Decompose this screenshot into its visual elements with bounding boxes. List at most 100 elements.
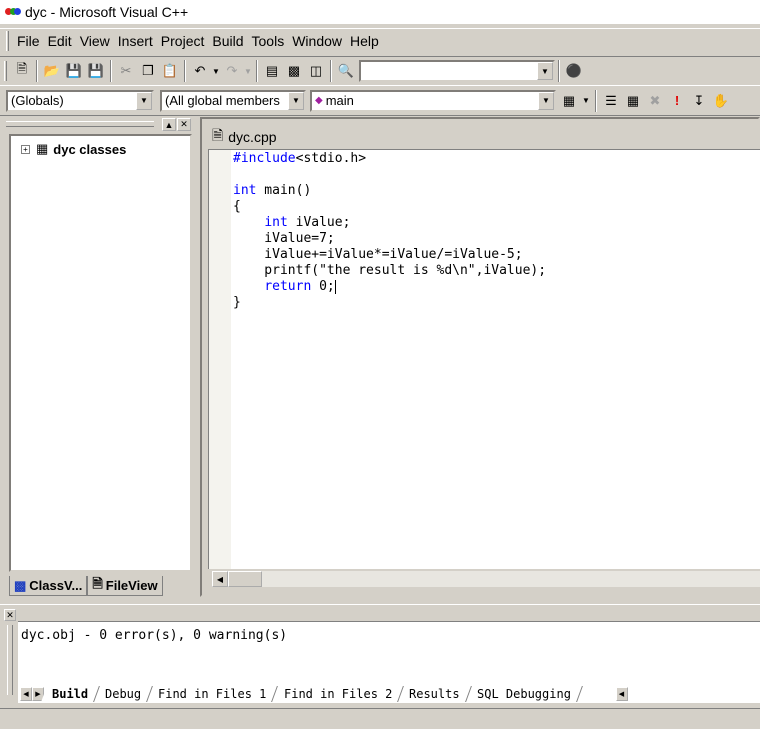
menu-insert[interactable]: Insert <box>114 30 157 52</box>
menu-help[interactable]: Help <box>346 30 383 52</box>
document-title: dyc.cpp <box>228 129 277 145</box>
find-binoculars-icon[interactable]: ⚫ <box>563 60 585 82</box>
chevron-down-icon[interactable]: ▼ <box>136 91 152 110</box>
wizard-action-dropdown-icon[interactable]: ▼ <box>580 90 592 112</box>
tab-find-in-files-1[interactable]: Find in Files 1 <box>147 686 279 702</box>
function-combo[interactable]: ◆ main ▼ <box>310 89 556 112</box>
execute-icon[interactable]: ! <box>666 90 688 112</box>
code-text: main() <box>256 183 312 198</box>
visual-cpp-app-icon <box>5 4 21 20</box>
workspace-pane: ▲ ✕ + ▦ dyc classes ▩ ClassV... 🗎 FileVi… <box>4 117 194 597</box>
redo-dropdown-icon[interactable]: ▼ <box>243 60 253 82</box>
code-line[interactable]: int iValue; <box>233 215 546 231</box>
code-line[interactable]: { <box>233 199 546 215</box>
members-combo-value: (All global members <box>165 93 280 108</box>
classes-icon: ▦ <box>36 141 49 156</box>
wizard-action-icon[interactable]: ▦ <box>558 90 580 112</box>
tab-first-icon[interactable]: ◀ <box>20 687 32 701</box>
chevron-down-icon[interactable]: ▼ <box>538 91 554 110</box>
function-combo-value: main <box>325 93 354 108</box>
code-keyword: int <box>233 183 257 198</box>
class-tree: + ▦ dyc classes <box>9 134 192 572</box>
redo-icon[interactable]: ↷ <box>221 60 243 82</box>
tab-find-in-files-2[interactable]: Find in Files 2 <box>272 686 404 702</box>
go-icon[interactable]: ↧ <box>688 90 710 112</box>
editor-gutter[interactable] <box>209 150 231 569</box>
breakpoint-hand-icon[interactable]: ✋ <box>710 90 732 112</box>
open-folder-icon[interactable]: 📂 <box>41 60 63 82</box>
tab-debug-label: Debug <box>105 687 142 701</box>
chevron-down-icon[interactable]: ▼ <box>288 91 304 110</box>
menu-tools[interactable]: Tools <box>248 30 289 52</box>
menu-edit[interactable]: Edit <box>44 30 76 52</box>
close-icon[interactable]: ✕ <box>4 609 16 621</box>
new-file-icon[interactable]: 🗎 <box>11 60 33 82</box>
code-line[interactable]: printf("the result is %d\n",iValue); <box>233 263 546 279</box>
undo-dropdown-icon[interactable]: ▼ <box>211 60 221 82</box>
code-line[interactable]: return 0; <box>233 279 546 295</box>
tree-root-item[interactable]: + ▦ dyc classes <box>15 140 186 158</box>
maximize-icon[interactable]: ▲ <box>162 118 176 131</box>
save-all-icon[interactable]: 💾 <box>85 60 107 82</box>
code-text: { <box>233 199 241 214</box>
compile-icon[interactable]: ☰ <box>600 90 622 112</box>
tab-build[interactable]: Build <box>41 686 101 702</box>
menu-project[interactable]: Project <box>157 30 209 52</box>
code-line[interactable]: #include<stdio.h> <box>233 151 546 167</box>
code-text: 0; <box>311 279 335 294</box>
code-line[interactable]: int main() <box>233 183 546 199</box>
tab-results-label: Results <box>409 687 460 701</box>
tab-debug[interactable]: Debug <box>94 686 154 702</box>
scrollbar-thumb[interactable] <box>228 571 262 587</box>
menu-build[interactable]: Build <box>208 30 247 52</box>
scroll-left-icon[interactable]: ◀ <box>212 571 228 587</box>
scrollbar-track[interactable] <box>262 571 760 587</box>
toolbar-grip[interactable] <box>4 61 7 81</box>
expand-icon[interactable]: + <box>21 144 30 154</box>
tab-classview[interactable]: ▩ ClassV... <box>9 576 88 596</box>
code-line[interactable] <box>233 167 546 183</box>
members-combo[interactable]: (All global members ▼ <box>160 89 306 112</box>
menu-window[interactable]: Window <box>288 30 346 52</box>
editor-window: 🗎 dyc.cpp #include<stdio.h> int main(){ i… <box>200 117 760 597</box>
output-text[interactable]: dyc.obj - 0 error(s), 0 warning(s) <box>18 621 760 685</box>
scroll-left-icon[interactable]: ◀ <box>615 687 628 701</box>
window-list-icon[interactable]: ◫ <box>305 60 327 82</box>
save-icon[interactable]: 💾 <box>63 60 85 82</box>
paste-icon[interactable]: 📋 <box>159 60 181 82</box>
menu-bar: File Edit View Insert Project Build Tool… <box>0 28 760 52</box>
scope-combo[interactable]: (Globals) ▼ <box>6 89 154 112</box>
workspace-icon[interactable]: ▤ <box>261 60 283 82</box>
close-icon[interactable]: ✕ <box>177 118 191 131</box>
code-line[interactable]: iValue+=iValue*=iValue/=iValue-5; <box>233 247 546 263</box>
find-combo[interactable]: ▼ <box>359 60 555 82</box>
code-line[interactable]: iValue=7; <box>233 231 546 247</box>
editor-horizontal-scrollbar[interactable]: ◀ <box>208 571 760 587</box>
copy-icon[interactable]: ❐ <box>137 60 159 82</box>
stop-build-icon[interactable]: ✖ <box>644 90 666 112</box>
cut-icon[interactable]: ✂ <box>115 60 137 82</box>
workspace-drag-grip[interactable] <box>6 121 154 127</box>
title-bar: dyc - Microsoft Visual C++ <box>0 0 760 24</box>
menu-file[interactable]: File <box>13 30 44 52</box>
menu-view[interactable]: View <box>76 30 114 52</box>
tab-sql-debugging[interactable]: SQL Debugging <box>465 686 583 702</box>
tab-results[interactable]: Results <box>398 686 472 702</box>
build-icon[interactable]: ▦ <box>622 90 644 112</box>
chevron-down-icon[interactable]: ▼ <box>537 62 553 80</box>
tab-build-label: Build <box>52 687 89 701</box>
code-text: } <box>233 295 241 310</box>
output-drag-grip[interactable] <box>7 625 13 695</box>
find-in-files-icon[interactable]: 🔍 <box>335 60 357 82</box>
undo-icon[interactable]: ↶ <box>189 60 211 82</box>
code-line[interactable]: } <box>233 295 546 311</box>
code-editor[interactable]: #include<stdio.h> int main(){ int iValue;… <box>208 149 760 569</box>
classview-icon: ▩ <box>14 577 27 593</box>
source-code[interactable]: #include<stdio.h> int main(){ int iValue;… <box>233 151 546 311</box>
window-title: dyc - Microsoft Visual C++ <box>25 4 189 20</box>
tab-classview-label: ClassV... <box>29 578 83 593</box>
menubar-grip[interactable] <box>6 30 9 51</box>
output-window-icon[interactable]: ▩ <box>283 60 305 82</box>
output-tabs: ◀ ▶ Build Debug Find in Files 1 Find in … <box>18 685 760 703</box>
tab-fileview[interactable]: 🗎 FileView <box>87 576 163 596</box>
